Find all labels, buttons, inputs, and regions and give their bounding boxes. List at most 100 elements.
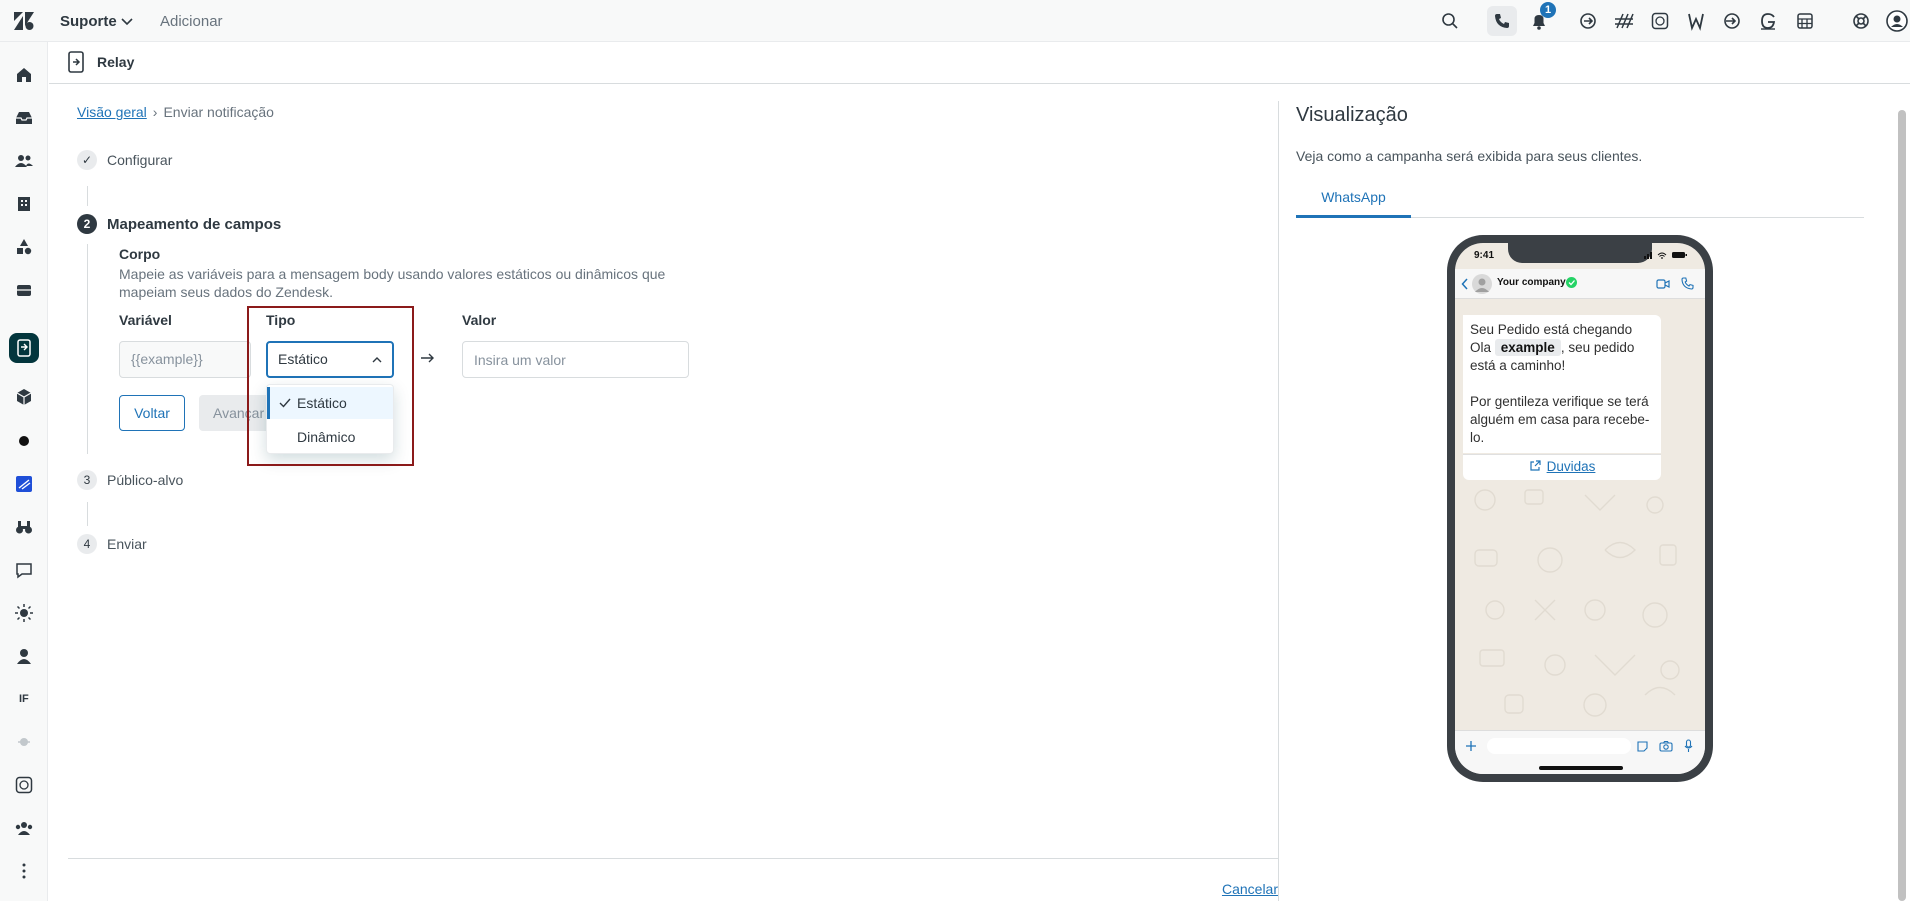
app-w-icon[interactable]	[1686, 11, 1706, 31]
phone-screen: 9:41 Your company Seu Pedido está chegan…	[1455, 243, 1705, 774]
back-button[interactable]: Voltar	[119, 395, 185, 431]
option-dynamic[interactable]: Dinâmico	[267, 421, 393, 453]
cancel-link[interactable]: Cancelar	[1222, 881, 1278, 897]
camera-icon	[1659, 740, 1673, 752]
team-icon[interactable]	[14, 818, 34, 838]
step-label: Configurar	[107, 152, 173, 168]
footer-divider	[68, 858, 1278, 859]
video-call-icon	[1656, 279, 1670, 289]
workspace-tray-icon[interactable]	[14, 280, 34, 300]
message-input-pill	[1487, 738, 1631, 754]
chat-bubble-icon[interactable]	[14, 560, 34, 580]
external-link-icon	[1530, 460, 1541, 471]
customers-icon[interactable]	[14, 151, 34, 171]
app-faded-icon[interactable]	[14, 732, 34, 752]
signal-wifi-battery-icon	[1644, 252, 1687, 259]
left-sidebar: IF	[0, 42, 48, 901]
breadcrumb: Visão geral › Enviar notificação	[77, 104, 274, 120]
help-lifebuoy-icon[interactable]	[1851, 11, 1871, 31]
app-transfer-icon[interactable]	[1578, 11, 1598, 31]
binoculars-icon[interactable]	[14, 517, 34, 537]
product-switcher[interactable]: Suporte	[60, 13, 117, 30]
company-name: Your company	[1497, 277, 1566, 288]
sticker-icon	[1637, 741, 1648, 752]
option-static[interactable]: Estático	[267, 387, 393, 419]
message-link-button[interactable]: Duvidas	[1463, 454, 1661, 480]
breadcrumb-separator-icon: ›	[152, 104, 158, 120]
step-label: Público-alvo	[107, 472, 184, 488]
step-connector	[87, 244, 88, 454]
add-button[interactable]: Adicionar	[160, 13, 223, 30]
microphone-icon	[1684, 739, 1693, 752]
step-number: 2	[77, 214, 97, 234]
phone-time: 9:41	[1474, 250, 1495, 261]
calculator-icon[interactable]	[1795, 11, 1815, 31]
message-line: Por gentileza verifique se terá alguém e…	[1470, 394, 1650, 445]
option-label: Dinâmico	[297, 429, 356, 445]
search-icon[interactable]	[1440, 11, 1460, 31]
message-line: Seu Pedido está chegando	[1470, 322, 1633, 337]
message-link-label: Duvidas	[1546, 459, 1596, 474]
verified-badge-icon	[1566, 277, 1577, 288]
relay-app-icon	[68, 51, 84, 73]
company-avatar	[1472, 274, 1492, 294]
step-connector	[87, 502, 88, 526]
type-select[interactable]: Estático	[266, 341, 394, 378]
app-g-icon[interactable]	[1758, 11, 1778, 31]
value-input[interactable]	[462, 341, 689, 378]
app-login-icon[interactable]	[1722, 11, 1742, 31]
section-title: Corpo	[119, 246, 161, 262]
organizations-icon[interactable]	[14, 194, 34, 214]
home-icon[interactable]	[14, 65, 34, 85]
call-icon	[1681, 277, 1694, 290]
relay-app-icon[interactable]	[9, 333, 39, 363]
back-chevron-icon	[1461, 278, 1468, 290]
arrow-right-icon	[421, 353, 434, 363]
status-dot-icon[interactable]	[14, 431, 34, 451]
app-whatsapp-icon[interactable]	[1650, 11, 1670, 31]
page-scrollbar[interactable]	[1898, 110, 1906, 901]
preview-panel: Visualização Veja como a campanha será e…	[1296, 84, 1866, 901]
preview-title: Visualização	[1296, 104, 1408, 126]
if-app-label[interactable]: IF	[19, 693, 29, 705]
chevron-down-icon[interactable]	[120, 14, 134, 28]
option-label: Estático	[297, 395, 347, 411]
app-grid-pattern-icon[interactable]	[1614, 11, 1634, 31]
app-title: Relay	[97, 54, 135, 70]
check-icon: ✓	[77, 150, 97, 170]
whatsapp-square-icon[interactable]	[14, 775, 34, 795]
preview-tabs: WhatsApp	[1296, 182, 1864, 218]
step-connector	[87, 186, 88, 206]
check-icon	[279, 398, 291, 408]
step-label: Enviar	[107, 536, 147, 552]
app-blue-icon[interactable]	[14, 474, 34, 494]
more-vertical-icon[interactable]	[14, 861, 34, 881]
phone-notch	[1508, 243, 1652, 263]
panel-divider	[1278, 101, 1279, 901]
tab-whatsapp[interactable]: WhatsApp	[1296, 182, 1411, 218]
message-bubble: Seu Pedido está chegando Ola example, se…	[1463, 315, 1661, 453]
phone-mockup: 9:41 Your company Seu Pedido está chegan…	[1447, 235, 1713, 782]
breadcrumb-overview-link[interactable]: Visão geral	[77, 104, 147, 120]
breadcrumb-current: Enviar notificação	[163, 104, 274, 120]
user-avatar-icon[interactable]	[1886, 10, 1908, 32]
value-column-label: Valor	[462, 312, 497, 328]
top-bar: Suporte Adicionar 1	[0, 0, 1910, 42]
app-header: Relay	[49, 42, 1910, 84]
sun-icon[interactable]	[14, 603, 34, 623]
phone-icon	[1495, 14, 1509, 28]
agent-icon[interactable]	[14, 646, 34, 666]
inbox-icon[interactable]	[14, 108, 34, 128]
step-number: 3	[77, 470, 97, 490]
variable-column-label: Variável	[119, 312, 172, 328]
package-icon[interactable]	[14, 387, 34, 407]
objects-shapes-icon[interactable]	[14, 237, 34, 257]
home-indicator	[1539, 766, 1623, 770]
type-select-value: Estático	[278, 351, 328, 367]
preview-description: Veja como a campanha será exibida para s…	[1296, 148, 1643, 164]
main-panel: Visão geral › Enviar notificação ✓ Configu…	[68, 84, 1278, 901]
notification-badge: 1	[1540, 2, 1556, 18]
zendesk-logo-icon[interactable]	[14, 12, 34, 30]
chat-header: Your company	[1455, 269, 1705, 299]
phone-button[interactable]	[1487, 6, 1517, 36]
